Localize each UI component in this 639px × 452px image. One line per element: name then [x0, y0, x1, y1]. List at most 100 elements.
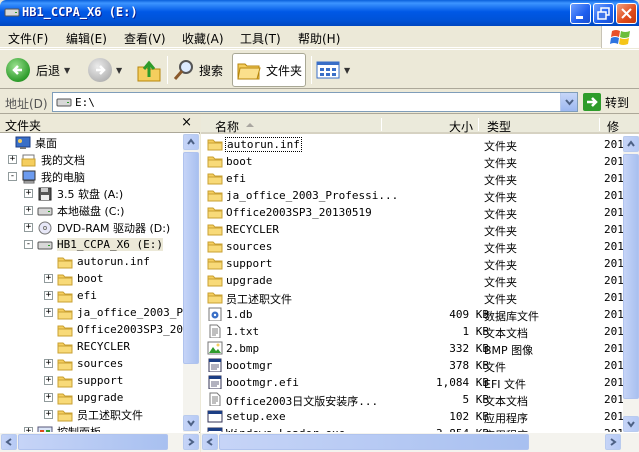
expand-icon[interactable]: + — [44, 308, 53, 317]
menu-view[interactable]: 查看(V) — [124, 30, 166, 47]
file-row[interactable]: sources 文件夹 201 — [201, 238, 623, 255]
expand-icon[interactable]: + — [24, 223, 33, 232]
title-bar[interactable]: HB1_CCPA_X6 (E:) — [0, 0, 639, 26]
up-folder-button[interactable] — [136, 53, 162, 87]
collapse-icon[interactable]: - — [24, 240, 33, 249]
tree-item[interactable]: autorun.inf — [44, 253, 150, 270]
expand-icon[interactable]: + — [24, 206, 33, 215]
file-row[interactable]: Office2003SP3_20130519 文件夹 201 — [201, 204, 623, 221]
scroll-thumb[interactable] — [183, 152, 199, 364]
tree-item[interactable]: + support — [44, 372, 123, 389]
column-divider[interactable] — [478, 118, 479, 131]
menu-tools[interactable]: 工具(T) — [240, 30, 281, 47]
scroll-left-button[interactable] — [202, 434, 218, 450]
go-button[interactable]: 转到 — [583, 93, 629, 111]
file-list-vscrollbar[interactable] — [623, 136, 639, 432]
scroll-down-button[interactable] — [183, 415, 199, 431]
views-dropdown-icon[interactable]: ▼ — [344, 66, 350, 75]
expand-icon[interactable]: + — [44, 393, 53, 402]
tree-item[interactable]: + 我的文档 — [8, 151, 85, 168]
column-divider[interactable] — [381, 118, 382, 131]
file-row[interactable]: Office2003日文版安装序... 5 KB 文本文档 201 — [201, 391, 623, 408]
file-row[interactable]: efi 文件夹 201 — [201, 170, 623, 187]
tree-item[interactable]: + 本地磁盘 (C:) — [24, 202, 124, 219]
maximize-button[interactable] — [593, 3, 614, 24]
expand-icon[interactable]: + — [44, 291, 53, 300]
views-button[interactable]: ▼ — [316, 53, 350, 87]
file-row[interactable]: bootmgr.efi 1,084 KB EFI 文件 201 — [201, 374, 623, 391]
back-button[interactable]: 后退 ▼ — [6, 53, 70, 87]
address-dropdown-button[interactable] — [560, 93, 577, 111]
folder-pane-hscrollbar[interactable] — [0, 433, 200, 452]
column-size-header[interactable]: 大小 — [449, 118, 473, 135]
expand-icon[interactable]: + — [24, 427, 33, 432]
file-row[interactable]: upgrade 文件夹 201 — [201, 272, 623, 289]
file-row[interactable]: setup.exe 102 KB 应用程序 201 — [201, 408, 623, 425]
tree-item[interactable]: + boot — [44, 270, 104, 287]
tree-item[interactable]: +3.5 软盘 (A:) — [24, 185, 123, 202]
tree-item[interactable]: + upgrade — [44, 389, 123, 406]
file-row[interactable]: 员工述职文件 文件夹 201 — [201, 289, 623, 306]
column-type-header[interactable]: 类型 — [487, 118, 511, 135]
tree-item[interactable]: + sources — [44, 355, 123, 372]
file-row[interactable]: 1.db 409 KB 数据库文件 201 — [201, 306, 623, 323]
folder-pane-close-icon[interactable]: × — [181, 115, 192, 130]
file-row[interactable]: RECYCLER 文件夹 201 — [201, 221, 623, 238]
tree-item[interactable]: 桌面 — [2, 134, 57, 151]
scroll-down-button[interactable] — [623, 416, 639, 432]
scroll-thumb[interactable] — [18, 434, 168, 450]
minimize-button[interactable] — [570, 3, 591, 24]
file-row[interactable]: bootmgr 378 KB 文件 201 — [201, 357, 623, 374]
file-row[interactable]: boot 文件夹 201 — [201, 153, 623, 170]
tree-item[interactable]: - HB1_CCPA_X6 (E:) — [24, 236, 163, 253]
scroll-thumb[interactable] — [623, 154, 639, 399]
file-row[interactable]: support 文件夹 201 — [201, 255, 623, 272]
scroll-up-button[interactable] — [623, 136, 639, 152]
file-row[interactable]: 2.bmp 332 KB BMP 图像 201 — [201, 340, 623, 357]
column-name-header[interactable]: 名称 — [215, 118, 239, 135]
file-row[interactable]: autorun.inf 文件夹 201 — [201, 136, 623, 153]
forward-button[interactable]: ▼ — [88, 53, 122, 87]
expand-icon[interactable]: + — [8, 155, 17, 164]
back-dropdown-icon[interactable]: ▼ — [64, 66, 70, 75]
tree-item[interactable]: + ja_office_2003_Pr — [44, 304, 183, 321]
forward-dropdown-icon[interactable]: ▼ — [116, 66, 122, 75]
chevron-down-icon — [565, 99, 574, 106]
search-button[interactable]: 搜索 — [172, 53, 223, 87]
tree-item[interactable]: - 我的电脑 — [8, 168, 85, 185]
scroll-right-button[interactable] — [183, 434, 199, 450]
folder-pane-vscrollbar[interactable] — [183, 134, 200, 432]
collapse-icon[interactable]: - — [8, 172, 17, 181]
db-file-icon — [207, 307, 223, 322]
tree-item[interactable]: RECYCLER — [44, 338, 130, 355]
tree-item[interactable]: + DVD-RAM 驱动器 (D:) — [24, 219, 170, 236]
file-row[interactable]: ja_office_2003_Professi... 文件夹 201 — [201, 187, 623, 204]
file-list-hscrollbar[interactable] — [201, 433, 639, 452]
tree-item[interactable]: + 控制面板 — [24, 423, 101, 432]
tree-item[interactable]: Office2003SP3_201 — [44, 321, 183, 338]
close-button[interactable] — [616, 3, 637, 24]
expand-icon[interactable]: + — [44, 359, 53, 368]
tree-item[interactable]: + efi — [44, 287, 97, 304]
expand-icon[interactable]: + — [24, 189, 33, 198]
column-divider[interactable] — [599, 118, 600, 131]
file-row[interactable]: 1.txt 1 KB 文本文档 201 — [201, 323, 623, 340]
folders-button[interactable]: 文件夹 — [232, 53, 306, 87]
scroll-up-button[interactable] — [183, 134, 199, 150]
column-modified-header[interactable]: 修 — [607, 118, 619, 135]
menu-favorites[interactable]: 收藏(A) — [182, 30, 224, 47]
tree-item[interactable]: + 员工述职文件 — [44, 406, 143, 423]
address-input[interactable]: E:\ — [52, 92, 578, 112]
scroll-left-button[interactable] — [1, 434, 17, 450]
scroll-thumb[interactable] — [219, 434, 529, 450]
menu-edit[interactable]: 编辑(E) — [66, 30, 107, 47]
menu-help[interactable]: 帮助(H) — [298, 30, 340, 47]
expand-icon[interactable]: + — [44, 410, 53, 419]
scroll-right-button[interactable] — [605, 434, 621, 450]
file-row[interactable]: Windows Loader.exe 3,854 KB应用程序 201 — [201, 425, 623, 432]
expand-icon[interactable]: + — [44, 274, 53, 283]
tree-item-label: RECYCLER — [77, 340, 130, 353]
menu-file[interactable]: 文件(F) — [8, 30, 48, 47]
expand-icon[interactable]: + — [44, 376, 53, 385]
address-value[interactable]: E:\ — [75, 96, 95, 109]
